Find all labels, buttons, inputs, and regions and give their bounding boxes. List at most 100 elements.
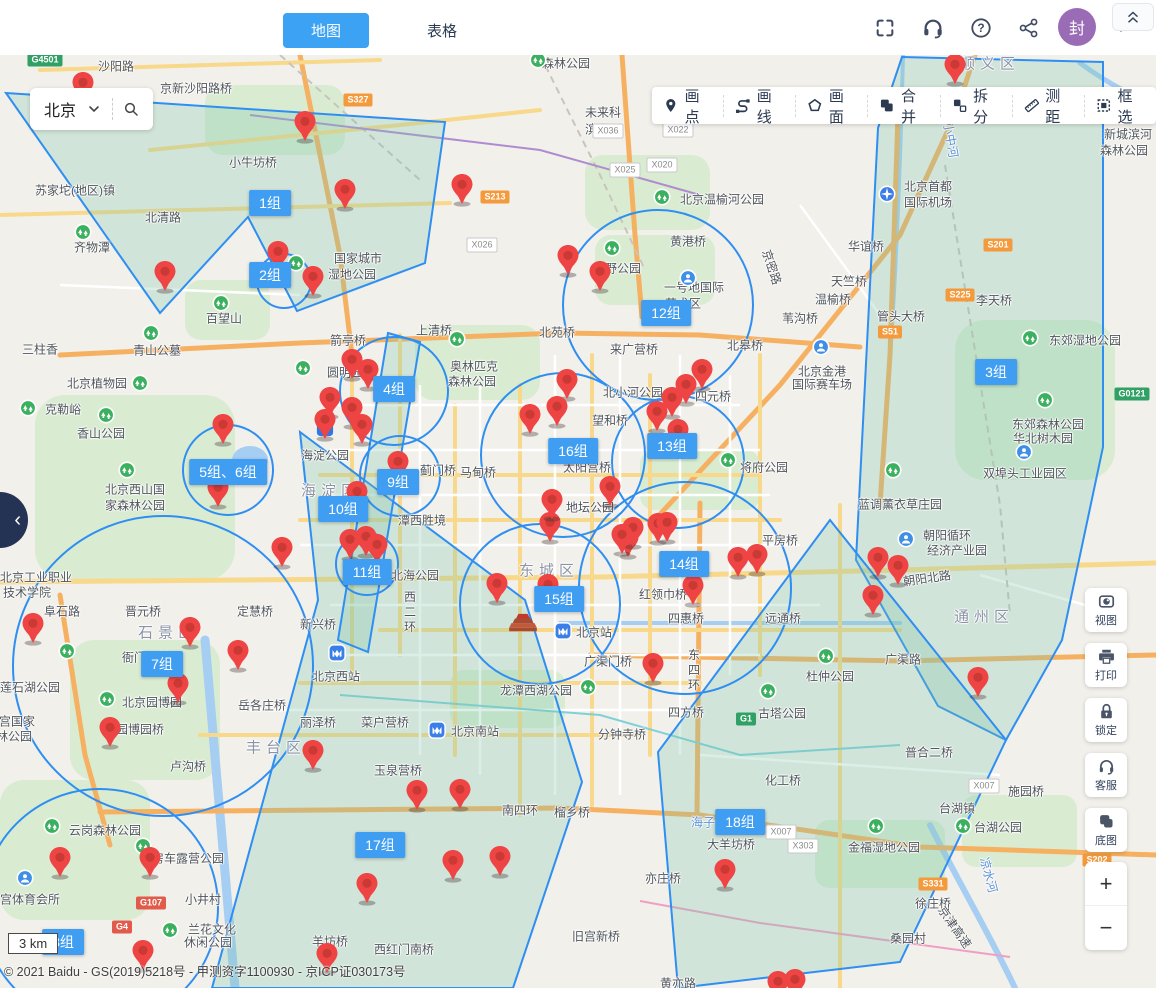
zoom-controls: + − xyxy=(1085,862,1127,950)
map-pin[interactable] xyxy=(312,408,338,442)
road-shield: S327 xyxy=(343,94,372,107)
map-pin[interactable] xyxy=(587,260,613,294)
draw-toolbar: 画点画线画面合并拆分测距框选 xyxy=(652,87,1156,124)
group-label[interactable]: 2组 xyxy=(249,262,291,288)
group-label[interactable]: 7组 xyxy=(141,651,183,677)
double-chevron-up-icon xyxy=(1124,8,1142,26)
map-pin[interactable] xyxy=(332,178,358,212)
map-pin[interactable] xyxy=(349,413,375,447)
map-pin[interactable] xyxy=(484,572,510,606)
search-icon[interactable] xyxy=(123,101,139,117)
tab-map[interactable]: 地图 xyxy=(283,13,369,48)
group-label[interactable]: 4组 xyxy=(373,376,415,402)
group-label[interactable]: 17组 xyxy=(355,832,405,858)
map-pin[interactable] xyxy=(447,778,473,812)
city-name: 北京 xyxy=(44,97,76,121)
group-label[interactable]: 9组 xyxy=(377,469,419,495)
map-pin[interactable] xyxy=(404,779,430,813)
map-pin[interactable] xyxy=(449,173,475,207)
group-label[interactable]: 15组 xyxy=(534,586,584,612)
road-shield: S51 xyxy=(878,326,902,339)
group-label[interactable]: 1组 xyxy=(249,190,291,216)
split-tool[interactable]: 拆分 xyxy=(940,95,1012,117)
group-label[interactable]: 10组 xyxy=(318,496,368,522)
map-pin[interactable] xyxy=(782,968,808,988)
group-label[interactable]: 3组 xyxy=(975,359,1017,385)
map-pin[interactable] xyxy=(654,511,680,545)
map-pin[interactable] xyxy=(680,574,706,608)
map-pin[interactable] xyxy=(712,858,738,892)
map-pin[interactable] xyxy=(354,872,380,906)
map-pin[interactable] xyxy=(300,265,326,299)
map-pin[interactable] xyxy=(165,672,191,706)
group-label[interactable]: 13组 xyxy=(647,433,697,459)
map-pin[interactable] xyxy=(47,846,73,880)
basemap-button[interactable]: 底图 xyxy=(1085,808,1127,852)
park-icon xyxy=(759,682,777,700)
map-pin[interactable] xyxy=(860,584,886,618)
zoom-in-button[interactable]: + xyxy=(1085,862,1127,906)
drawn-circle[interactable] xyxy=(0,789,218,988)
customer-service-button[interactable]: 客服 xyxy=(1085,753,1127,797)
draw-area-tool[interactable]: 画面 xyxy=(795,95,867,117)
map-canvas[interactable]: 顺义区海淀区东城区丰台区石景山通州区沙阳路京新沙阳路桥小牛坊桥苏家坨(地区)镇北… xyxy=(0,55,1156,988)
map-pin[interactable] xyxy=(609,523,635,557)
group-label[interactable]: 18组 xyxy=(715,809,765,835)
map-pin[interactable] xyxy=(269,536,295,570)
group-label[interactable]: 11组 xyxy=(343,559,392,585)
chevron-down-icon xyxy=(86,101,102,117)
draw-line-tool[interactable]: 画线 xyxy=(723,95,795,117)
side-toolbar: 视图打印锁定客服底图 xyxy=(1085,588,1127,852)
road-shield: G0121 xyxy=(1114,388,1149,401)
map-pin[interactable] xyxy=(517,403,543,437)
map-pin[interactable] xyxy=(539,488,565,522)
group-label[interactable]: 16组 xyxy=(548,438,598,464)
map-pin[interactable] xyxy=(440,849,466,883)
park-icon xyxy=(579,678,597,696)
zoom-out-button[interactable]: − xyxy=(1085,906,1127,950)
road-shield: S331 xyxy=(918,878,947,891)
map-pin[interactable] xyxy=(292,110,318,144)
group-label[interactable]: 14组 xyxy=(659,551,709,577)
map-pin[interactable] xyxy=(555,244,581,278)
print-button[interactable]: 打印 xyxy=(1085,643,1127,687)
map-pin[interactable] xyxy=(965,666,991,700)
road-shield: X036 xyxy=(592,124,623,139)
map-pin[interactable] xyxy=(177,616,203,650)
map-pin[interactable] xyxy=(942,55,968,87)
map-pin[interactable] xyxy=(885,554,911,588)
map-pin[interactable] xyxy=(137,846,163,880)
view-button[interactable]: 视图 xyxy=(1085,588,1127,632)
map-pin[interactable] xyxy=(597,475,623,509)
map-pin[interactable] xyxy=(97,716,123,750)
park-icon xyxy=(97,406,115,424)
map-pin[interactable] xyxy=(487,845,513,879)
fullscreen-button[interactable] xyxy=(874,17,896,39)
map-pin[interactable] xyxy=(744,543,770,577)
group-label[interactable]: 12组 xyxy=(641,300,691,326)
map-pin[interactable] xyxy=(640,652,666,686)
map-pin[interactable] xyxy=(300,739,326,773)
map-pin[interactable] xyxy=(544,395,570,429)
avatar[interactable]: 封 xyxy=(1058,8,1096,46)
measure-tool[interactable]: 测距 xyxy=(1012,95,1084,117)
city-selector[interactable]: 北京 xyxy=(30,88,153,130)
map-pin[interactable] xyxy=(152,260,178,294)
support-headset-button[interactable] xyxy=(922,17,944,39)
lock-button[interactable]: 锁定 xyxy=(1085,698,1127,742)
tab-table[interactable]: 表格 xyxy=(417,13,467,48)
box-select-tool[interactable]: 框选 xyxy=(1084,95,1156,117)
draw-point-tool[interactable]: 画点 xyxy=(652,95,723,117)
park-icon xyxy=(74,223,92,241)
help-button[interactable]: ? xyxy=(970,17,992,39)
park-icon xyxy=(1036,391,1054,409)
road-shield: G107 xyxy=(136,897,166,910)
map-pin[interactable] xyxy=(210,413,236,447)
merge-tool[interactable]: 合并 xyxy=(867,95,939,117)
group-label[interactable]: 5组、6组 xyxy=(189,459,267,485)
share-button[interactable] xyxy=(1018,17,1040,39)
top-bar: 地图 表格 ? 封 xyxy=(0,0,1156,55)
collapse-header-button[interactable] xyxy=(1112,3,1154,31)
map-pin[interactable] xyxy=(225,639,251,673)
map-pin[interactable] xyxy=(20,612,46,646)
